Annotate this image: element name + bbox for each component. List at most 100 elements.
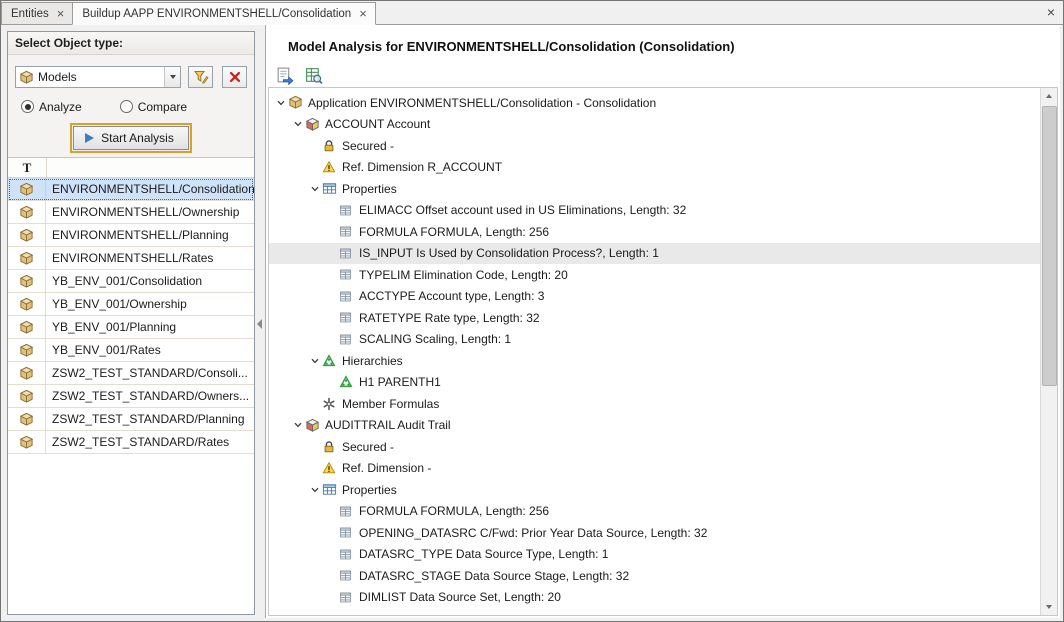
tree-item[interactable]: Properties — [269, 479, 1040, 501]
tree-item-label: OPENING_DATASRC C/Fwd: Prior Year Data S… — [357, 526, 707, 540]
chevron-down-icon[interactable] — [307, 356, 322, 366]
scroll-down-icon[interactable] — [1041, 599, 1057, 615]
panel-splitter[interactable] — [255, 31, 265, 615]
text-filter-icon[interactable]: T — [8, 158, 47, 177]
tree-item[interactable]: OPENING_DATASRC C/Fwd: Prior Year Data S… — [269, 522, 1040, 544]
tab-entities[interactable]: Entities× — [1, 2, 73, 24]
tree-item-label: Properties — [340, 483, 397, 497]
hierarchy-icon — [322, 354, 340, 368]
chevron-down-icon[interactable] — [273, 98, 288, 108]
chevron-down-icon[interactable] — [307, 485, 322, 495]
tab-close-icon[interactable]: × — [57, 7, 65, 20]
excel-export-button[interactable] — [301, 63, 325, 87]
tree-item[interactable]: ACCTYPE Account type, Length: 3 — [269, 286, 1040, 308]
model-icon — [19, 251, 34, 266]
tab-bar: Entities×Buildup AAPP ENVIRONMENTSHELL/C… — [1, 1, 1063, 25]
property-icon — [339, 569, 357, 582]
tree-item-label: ACCTYPE Account type, Length: 3 — [357, 289, 544, 303]
list-item[interactable]: YB_ENV_001/Ownership — [8, 293, 254, 316]
tree-item-label: FORMULA FORMULA, Length: 256 — [357, 504, 549, 518]
model-icon — [19, 70, 34, 85]
tree-item[interactable]: IS_INPUT Is Used by Consolidation Proces… — [269, 243, 1040, 265]
list-item[interactable]: ENVIRONMENTSHELL/Rates — [8, 247, 254, 270]
model-icon — [19, 274, 34, 289]
model-icon — [288, 95, 306, 110]
list-item[interactable]: ZSW2_TEST_STANDARD/Owners... — [8, 385, 254, 408]
list-item[interactable]: ZSW2_TEST_STANDARD/Planning — [8, 408, 254, 431]
property-icon — [339, 311, 357, 324]
model-list-table: T ENVIRONMENTSHELL/ConsolidationENVIRONM… — [8, 157, 254, 614]
radio-analyze[interactable]: Analyze — [21, 100, 82, 114]
tree-item[interactable]: DIMLIST Data Source Set, Length: 20 — [269, 587, 1040, 609]
tree-item[interactable]: Hierarchies — [269, 350, 1040, 372]
tree-item[interactable]: DATASRC_TYPE Data Source Type, Length: 1 — [269, 544, 1040, 566]
tree-item-label: H1 PARENTH1 — [357, 375, 441, 389]
list-item[interactable]: YB_ENV_001/Rates — [8, 339, 254, 362]
model-icon — [19, 389, 34, 404]
tree-item[interactable]: SCALING Scaling, Length: 1 — [269, 329, 1040, 351]
list-item[interactable]: ENVIRONMENTSHELL/Consolidation — [8, 178, 254, 201]
model-label: ZSW2_TEST_STANDARD/Consoli... — [46, 362, 254, 384]
tree-item[interactable]: ELIMACC Offset account used in US Elimin… — [269, 200, 1040, 222]
tree-item[interactable]: FORMULA FORMULA, Length: 256 — [269, 501, 1040, 523]
analysis-tree-container: Application ENVIRONMENTSHELL/Consolidati… — [268, 87, 1058, 616]
model-icon — [19, 228, 34, 243]
model-icon — [19, 435, 34, 450]
tree-item[interactable]: ACCOUNT Account — [269, 114, 1040, 136]
tab-close-icon[interactable]: × — [359, 7, 367, 20]
tree-item[interactable]: Secured - — [269, 436, 1040, 458]
tree-item[interactable]: Application ENVIRONMENTSHELL/Consolidati… — [269, 92, 1040, 114]
tree-item-label: SCALING Scaling, Length: 1 — [357, 332, 511, 346]
model-label: ENVIRONMENTSHELL/Consolidation — [46, 178, 254, 200]
tree-item[interactable]: Properties — [269, 178, 1040, 200]
tree-item-label: RATETYPE Rate type, Length: 32 — [357, 311, 540, 325]
radio-unselected-icon — [120, 100, 133, 113]
tree-item[interactable]: TYPELIM Elimination Code, Length: 20 — [269, 264, 1040, 286]
collapse-panel-icon[interactable] — [257, 319, 262, 329]
vertical-scrollbar[interactable] — [1040, 88, 1057, 615]
tree-item-label: Hierarchies — [340, 354, 403, 368]
object-type-dropdown[interactable]: Models — [15, 66, 181, 88]
close-icon[interactable]: × — [1047, 4, 1055, 20]
tree-item[interactable]: H1 PARENTH1 — [269, 372, 1040, 394]
chevron-down-icon[interactable] — [164, 67, 180, 87]
radio-label: Compare — [138, 100, 187, 114]
tree-item[interactable]: Ref. Dimension - — [269, 458, 1040, 480]
tree-item[interactable]: Secured - — [269, 135, 1040, 157]
tab-buildup-aapp-environmentshell-consolidatio[interactable]: Buildup AAPP ENVIRONMENTSHELL/Consolidat… — [72, 2, 375, 25]
export-button[interactable] — [272, 63, 296, 87]
tree-item[interactable]: FORMULA FORMULA, Length: 256 — [269, 221, 1040, 243]
tree-item[interactable]: AUDITTRAIL Audit Trail — [269, 415, 1040, 437]
start-analysis-button[interactable]: Start Analysis — [73, 126, 189, 150]
property-icon — [339, 290, 357, 303]
dimension-icon — [305, 117, 323, 132]
list-item[interactable]: ENVIRONMENTSHELL/Planning — [8, 224, 254, 247]
tree-item-label: Ref. Dimension - — [340, 461, 431, 475]
list-item[interactable]: ZSW2_TEST_STANDARD/Consoli... — [8, 362, 254, 385]
tree-item[interactable]: RATETYPE Rate type, Length: 32 — [269, 307, 1040, 329]
model-list-header-cell[interactable] — [47, 158, 254, 177]
formula-icon — [322, 397, 340, 411]
list-item[interactable]: ENVIRONMENTSHELL/Ownership — [8, 201, 254, 224]
chevron-down-icon[interactable] — [307, 184, 322, 194]
list-item[interactable]: YB_ENV_001/Consolidation — [8, 270, 254, 293]
tree-item[interactable]: Ref. Dimension R_ACCOUNT — [269, 157, 1040, 179]
model-label: ZSW2_TEST_STANDARD/Rates — [46, 431, 254, 453]
edit-filter-button[interactable] — [188, 66, 213, 88]
list-item[interactable]: YB_ENV_001/Planning — [8, 316, 254, 339]
clear-filter-button[interactable] — [222, 66, 247, 88]
model-label: YB_ENV_001/Ownership — [46, 293, 254, 315]
model-label: ZSW2_TEST_STANDARD/Owners... — [46, 385, 254, 407]
chevron-down-icon[interactable] — [290, 420, 305, 430]
scrollbar-thumb[interactable] — [1042, 106, 1057, 386]
tree-item[interactable]: Member Formulas — [269, 393, 1040, 415]
chevron-down-icon[interactable] — [290, 119, 305, 129]
tree-item[interactable]: DATASRC_STAGE Data Source Stage, Length:… — [269, 565, 1040, 587]
tree-item-label: DATASRC_STAGE Data Source Stage, Length:… — [357, 569, 629, 583]
red-x-icon — [228, 70, 242, 84]
list-item[interactable]: ZSW2_TEST_STANDARD/Rates — [8, 431, 254, 454]
radio-compare[interactable]: Compare — [120, 100, 187, 114]
model-icon-cell — [8, 385, 46, 407]
scroll-up-icon[interactable] — [1041, 88, 1057, 104]
property-icon — [339, 591, 357, 604]
